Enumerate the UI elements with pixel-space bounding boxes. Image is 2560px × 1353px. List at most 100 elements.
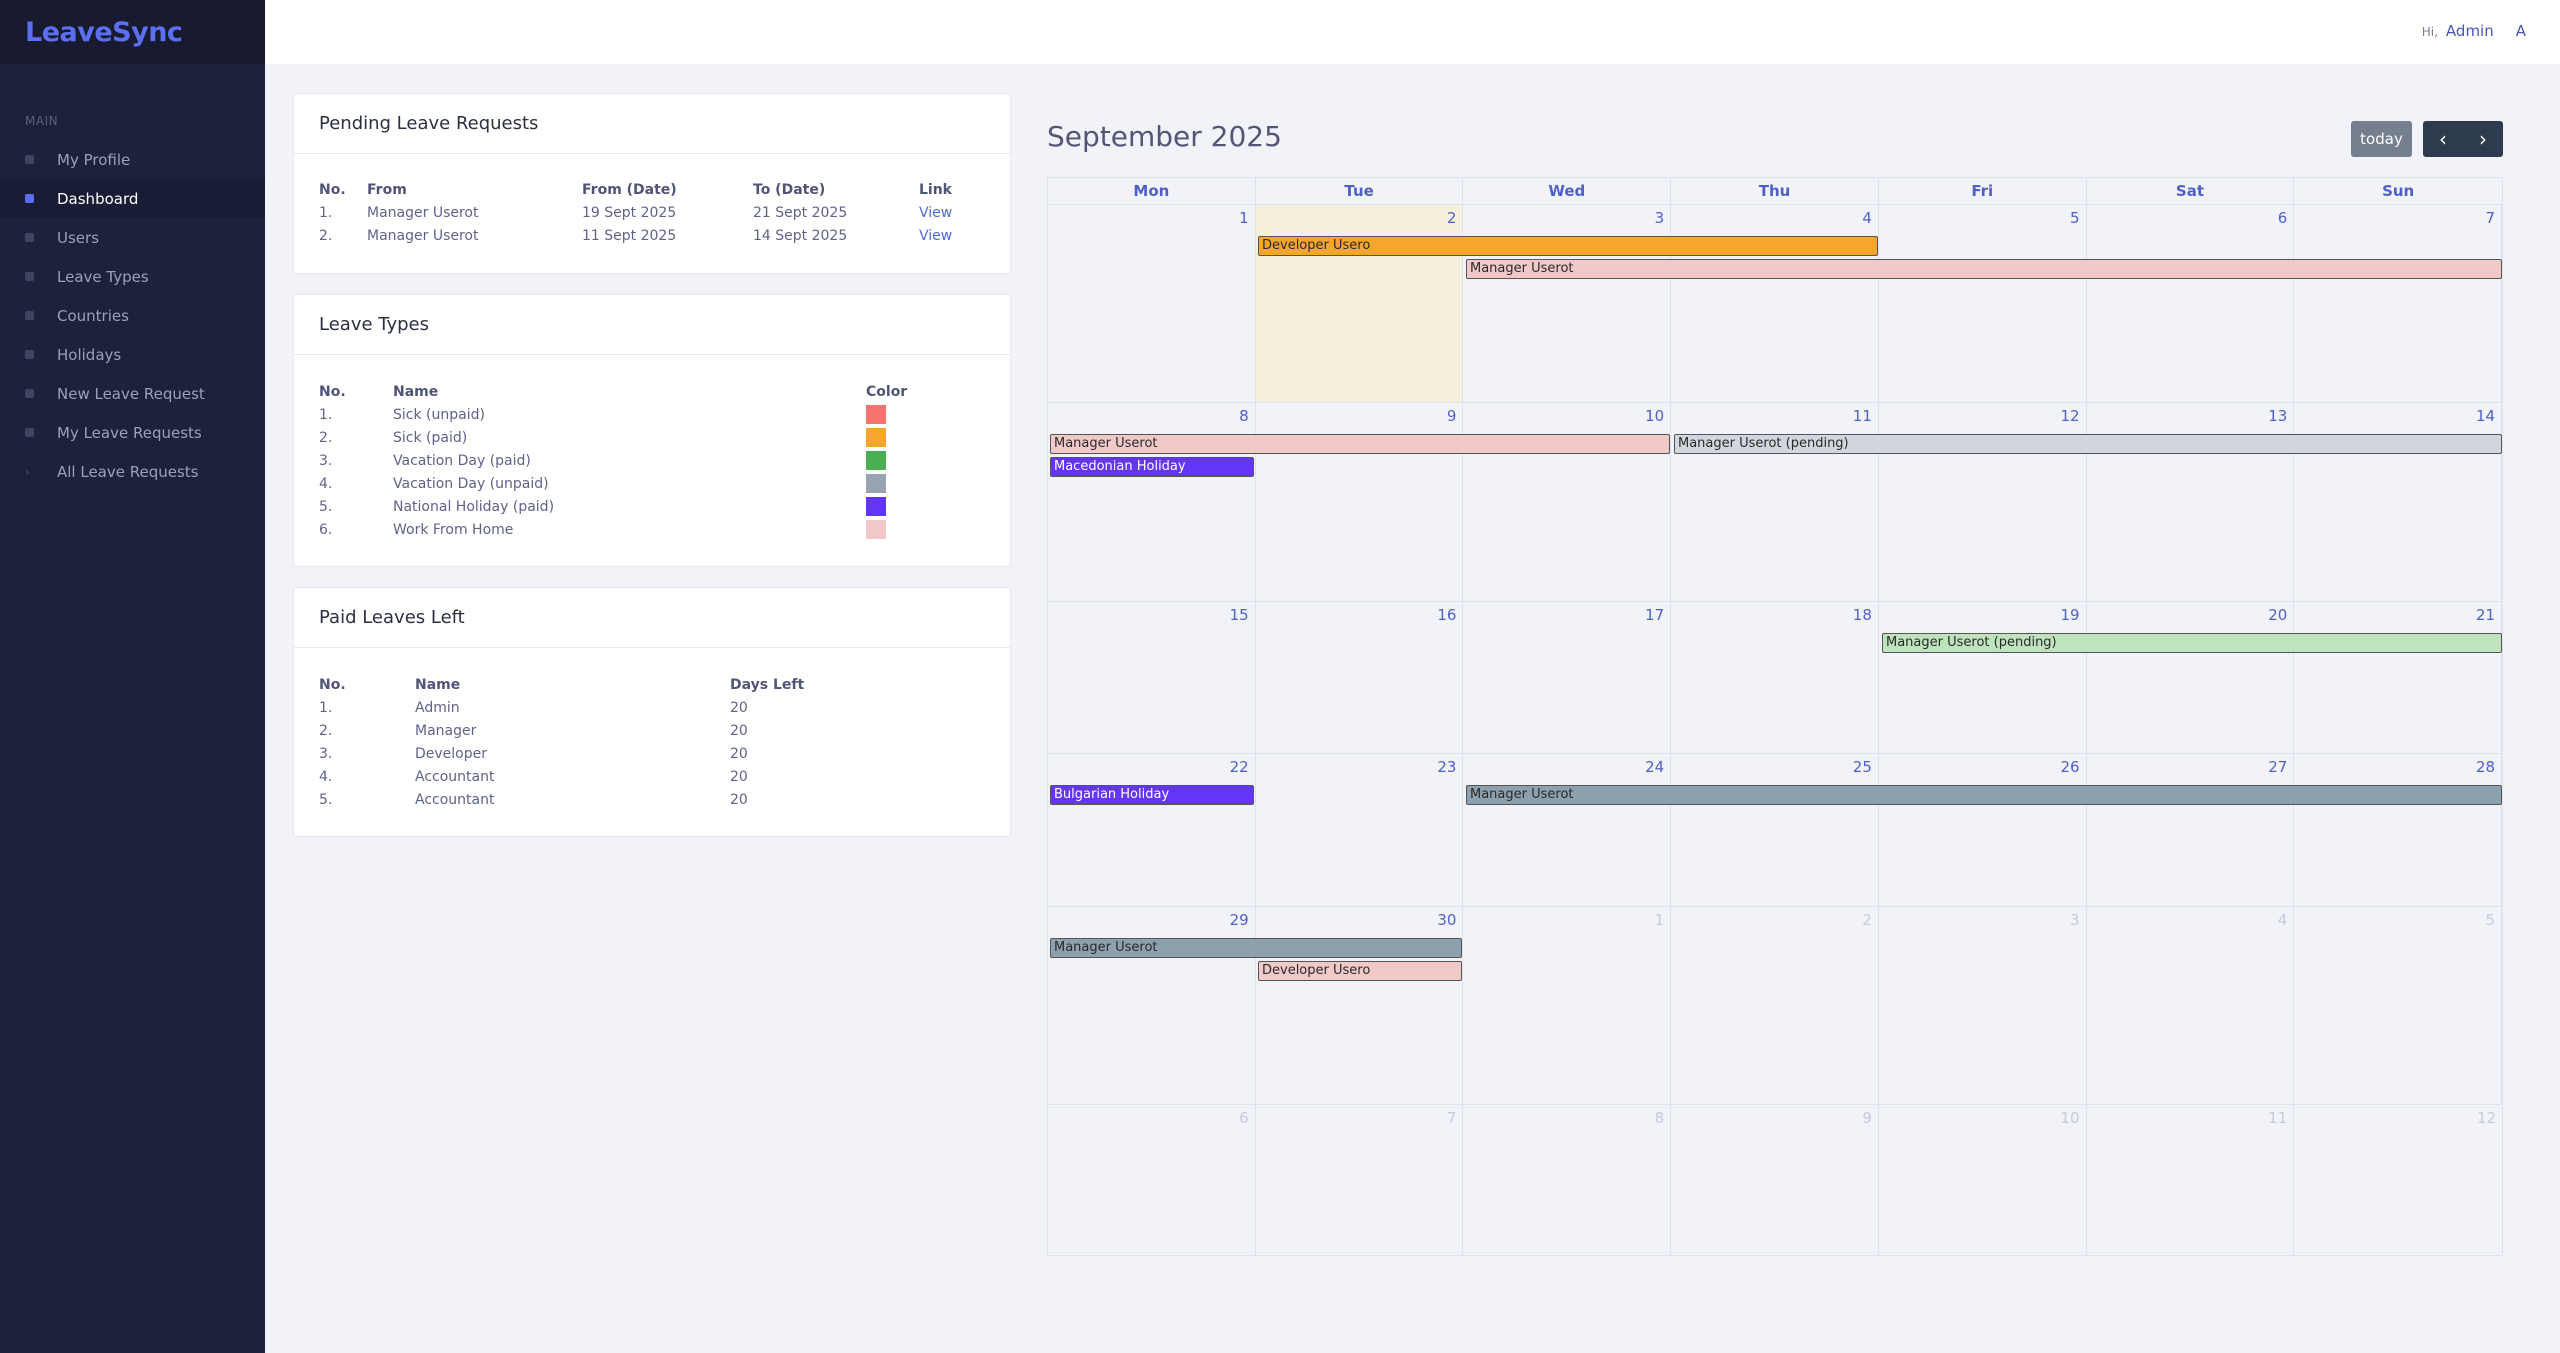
day-number[interactable]: 6	[2278, 209, 2288, 227]
calendar-event[interactable]: Bulgarian Holiday	[1050, 785, 1254, 805]
calendar-day[interactable]: 19	[1879, 602, 2087, 753]
day-number[interactable]: 16	[1437, 606, 1456, 624]
day-number[interactable]: 21	[2476, 606, 2495, 624]
calendar-day[interactable]: 3	[1879, 907, 2087, 1104]
calendar-day[interactable]: 12	[2294, 1105, 2502, 1257]
day-number[interactable]: 20	[2268, 606, 2287, 624]
day-number[interactable]: 8	[1239, 407, 1249, 425]
day-number[interactable]: 1	[1655, 911, 1665, 929]
day-number[interactable]: 10	[2061, 1109, 2080, 1127]
day-number[interactable]: 22	[1230, 758, 1249, 776]
day-number[interactable]: 6	[1239, 1109, 1249, 1127]
calendar-day[interactable]: 8	[1048, 403, 1256, 601]
calendar-day[interactable]: 26	[1879, 754, 2087, 906]
sidebar-item-leave-types[interactable]: Leave Types	[0, 257, 265, 296]
day-number[interactable]: 8	[1655, 1109, 1665, 1127]
calendar-event[interactable]: Manager Userot	[1050, 434, 1670, 454]
calendar-event[interactable]: Manager Userot	[1466, 259, 2502, 279]
sidebar-item-my-leave-requests[interactable]: My Leave Requests	[0, 413, 265, 452]
day-number[interactable]: 30	[1437, 911, 1456, 929]
day-number[interactable]: 26	[2061, 758, 2080, 776]
day-number[interactable]: 11	[1853, 407, 1872, 425]
day-number[interactable]: 28	[2476, 758, 2495, 776]
calendar-day[interactable]: 22	[1048, 754, 1256, 906]
day-number[interactable]: 4	[2278, 911, 2288, 929]
day-number[interactable]: 14	[2476, 407, 2495, 425]
day-number[interactable]: 7	[1447, 1109, 1457, 1127]
calendar-event[interactable]: Developer Usero	[1258, 961, 1462, 981]
day-number[interactable]: 11	[2268, 1109, 2287, 1127]
calendar-day[interactable]: 14	[2294, 403, 2503, 601]
calendar-event[interactable]: Developer Usero	[1258, 236, 1878, 256]
day-number[interactable]: 27	[2268, 758, 2287, 776]
day-number[interactable]: 2	[1862, 911, 1872, 929]
view-link[interactable]: View	[919, 224, 979, 247]
day-number[interactable]: 15	[1230, 606, 1249, 624]
calendar-day[interactable]: 5	[2294, 907, 2503, 1104]
day-number[interactable]: 1	[1239, 209, 1249, 227]
sidebar-item-countries[interactable]: Countries	[0, 296, 265, 335]
day-number[interactable]: 7	[2485, 209, 2495, 227]
calendar-day[interactable]: 2	[1671, 907, 1879, 1104]
calendar-day[interactable]: 6	[1048, 1105, 1256, 1257]
calendar-day[interactable]: 20	[2087, 602, 2295, 753]
brand-logo-text[interactable]: LeaveSync	[25, 17, 183, 48]
calendar-day[interactable]: 24	[1463, 754, 1672, 906]
calendar-day[interactable]: 23	[1256, 754, 1464, 906]
prev-month-button[interactable]: ‹	[2423, 121, 2463, 157]
calendar-day[interactable]: 1	[1048, 205, 1256, 402]
day-number[interactable]: 12	[2061, 407, 2080, 425]
calendar-day[interactable]: 28	[2294, 754, 2503, 906]
calendar-day[interactable]: 11	[2087, 1105, 2295, 1257]
calendar-day[interactable]: 10	[1463, 403, 1672, 601]
calendar-day[interactable]: 16	[1256, 602, 1464, 753]
calendar-day[interactable]: 7	[1256, 1105, 1464, 1257]
day-number[interactable]: 18	[1853, 606, 1872, 624]
calendar-day[interactable]: 10	[1879, 1105, 2087, 1257]
calendar-day[interactable]: 18	[1671, 602, 1879, 753]
calendar-day[interactable]: 25	[1671, 754, 1879, 906]
day-number[interactable]: 17	[1645, 606, 1664, 624]
calendar-day[interactable]: 1	[1463, 907, 1672, 1104]
calendar-day[interactable]: 17	[1463, 602, 1672, 753]
day-number[interactable]: 13	[2268, 407, 2287, 425]
calendar-day[interactable]: 6	[2087, 205, 2295, 402]
day-number[interactable]: 2	[1447, 209, 1457, 227]
calendar-day[interactable]: 8	[1463, 1105, 1672, 1257]
view-link[interactable]: View	[919, 201, 979, 224]
calendar-day[interactable]: 4	[1671, 205, 1879, 402]
calendar-event[interactable]: Manager Userot (pending)	[1882, 633, 2502, 653]
calendar-day[interactable]: 5	[1879, 205, 2087, 402]
calendar-day[interactable]: 3	[1463, 205, 1672, 402]
day-number[interactable]: 12	[2477, 1109, 2496, 1127]
calendar-day[interactable]: 12	[1879, 403, 2087, 601]
user-menu[interactable]: Hi, Admin A	[2422, 22, 2526, 40]
calendar-day[interactable]: 29	[1048, 907, 1256, 1104]
calendar-event[interactable]: Manager Userot	[1050, 938, 1462, 958]
day-number[interactable]: 5	[2485, 911, 2495, 929]
calendar-day[interactable]: 2	[1255, 205, 1464, 402]
calendar-day[interactable]: 13	[2087, 403, 2295, 601]
today-button[interactable]: today	[2351, 121, 2412, 157]
day-number[interactable]: 5	[2070, 209, 2080, 227]
calendar-day[interactable]: 15	[1048, 602, 1256, 753]
calendar-day[interactable]: 9	[1256, 403, 1464, 601]
calendar-day[interactable]: 7	[2294, 205, 2503, 402]
calendar-day[interactable]: 9	[1671, 1105, 1879, 1257]
calendar-day[interactable]: 30	[1256, 907, 1464, 1104]
user-name[interactable]: Admin	[2446, 22, 2494, 40]
day-number[interactable]: 19	[2061, 606, 2080, 624]
day-number[interactable]: 29	[1230, 911, 1249, 929]
day-number[interactable]: 25	[1853, 758, 1872, 776]
next-month-button[interactable]: ›	[2463, 121, 2503, 157]
brand[interactable]: LeaveSync	[0, 0, 265, 64]
day-number[interactable]: 10	[1645, 407, 1664, 425]
day-number[interactable]: 4	[1862, 209, 1872, 227]
calendar-event[interactable]: Macedonian Holiday	[1050, 457, 1254, 477]
day-number[interactable]: 9	[1447, 407, 1457, 425]
day-number[interactable]: 3	[1655, 209, 1665, 227]
calendar-event[interactable]: Manager Userot (pending)	[1674, 434, 2502, 454]
day-number[interactable]: 3	[2070, 911, 2080, 929]
avatar[interactable]: A	[2516, 22, 2526, 40]
sidebar-item-holidays[interactable]: Holidays	[0, 335, 265, 374]
